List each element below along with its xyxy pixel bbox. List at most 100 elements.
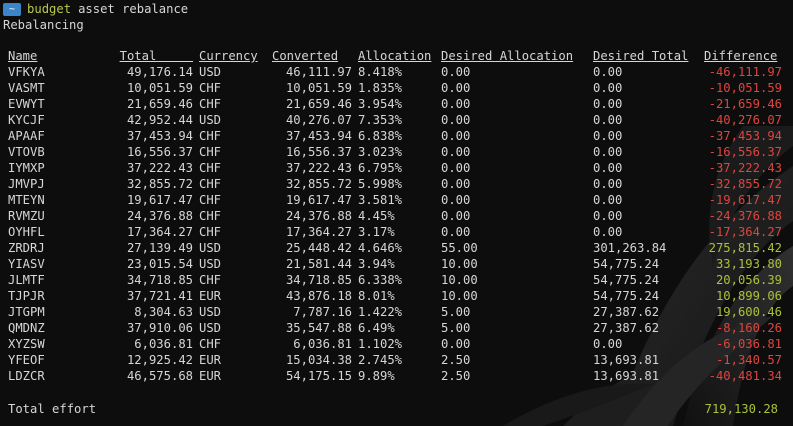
cell-allocation: 7.353% xyxy=(358,113,403,127)
cell-difference: -37,453.94 xyxy=(708,129,782,143)
cell-desired-total: 0.00 xyxy=(593,209,623,223)
table-header-row: Name Total Currency Converted Allocation… xyxy=(8,48,782,64)
table-row: XYZSW 6,036.81 CHF 6,036.81 1.102% 0.00 0.00 -6… xyxy=(8,336,782,352)
cell-desired-total: 0.00 xyxy=(593,193,623,207)
table-row: ZRDRJ 27,139.49 USD 25,448.42 4.646% 55.00 301… xyxy=(8,240,782,256)
cell-currency: EUR xyxy=(199,289,222,303)
cell-total: 8,304.63 xyxy=(134,305,193,319)
table-row: RVMZU 24,376.88 CHF 24,376.88 4.45% 0.00 0.00 -… xyxy=(8,208,782,224)
cell-desired-allocation: 0.00 xyxy=(441,113,471,127)
cell-total: 6,036.81 xyxy=(134,337,193,351)
cell-desired-allocation: 2.50 xyxy=(441,369,471,383)
cell-converted: 35,547.88 xyxy=(285,321,352,335)
command-args: asset rebalance xyxy=(78,2,189,16)
cell-name: ZRDRJ xyxy=(8,241,45,255)
cell-name: KYCJF xyxy=(8,113,45,127)
cell-desired-allocation: 0.00 xyxy=(441,337,471,351)
cell-converted: 40,276.07 xyxy=(285,113,352,127)
cell-allocation: 4.45% xyxy=(358,209,395,223)
cell-desired-allocation: 2.50 xyxy=(441,353,471,367)
cell-name: OYHFL xyxy=(8,225,45,239)
terminal-window[interactable]: ~ budget asset rebalance Rebalancing Nam… xyxy=(0,0,793,426)
cell-desired-allocation: 0.00 xyxy=(441,177,471,191)
table-row: KYCJF 42,952.44 USD 40,276.07 7.353% 0.00 0.00… xyxy=(8,112,782,128)
cell-allocation: 6.838% xyxy=(358,129,403,143)
table-row: QMDNZ 37,910.06 USD 35,547.88 6.49% 5.00 27,38… xyxy=(8,320,782,336)
cell-desired-total: 13,693.81 xyxy=(593,369,660,383)
cell-currency: CHF xyxy=(199,337,222,351)
cell-difference: -17,364.27 xyxy=(708,225,782,239)
shell-prompt: ~ budget asset rebalance xyxy=(3,1,188,17)
cell-converted: 10,051.59 xyxy=(285,81,352,95)
table-row: VASMT 10,051.59 CHF 10,051.59 1.835% 0.00 0.00… xyxy=(8,80,782,96)
header-desired-allocation: Desired Allocation xyxy=(441,49,574,63)
cell-currency: CHF xyxy=(199,81,222,95)
cell-desired-total: 27,387.62 xyxy=(593,305,660,319)
cell-allocation: 8.01% xyxy=(358,289,395,303)
cell-difference: 275,815.42 xyxy=(708,241,782,255)
cell-currency: USD xyxy=(199,305,222,319)
cell-currency: USD xyxy=(199,257,222,271)
table-row: APAAF 37,453.94 CHF 37,453.94 6.838% 0.00 0.00… xyxy=(8,128,782,144)
cell-desired-total: 54,775.24 xyxy=(593,257,660,271)
cell-desired-allocation: 55.00 xyxy=(441,241,478,255)
cell-currency: CHF xyxy=(199,177,222,191)
table-row: YIASV 23,015.54 USD 21,581.44 3.94% 10.00 54,7… xyxy=(8,256,782,272)
cell-desired-total: 0.00 xyxy=(593,145,623,159)
cell-desired-allocation: 0.00 xyxy=(441,225,471,239)
cell-desired-total: 0.00 xyxy=(593,337,623,351)
cell-allocation: 6.795% xyxy=(358,161,403,175)
header-total: Total xyxy=(119,49,157,63)
cell-difference: -32,855.72 xyxy=(708,177,782,191)
cell-difference: 20,056.39 xyxy=(715,273,782,287)
cell-name: APAAF xyxy=(8,129,45,143)
cell-difference: -16,556.37 xyxy=(708,145,782,159)
cell-desired-total: 301,263.84 xyxy=(593,241,667,255)
cell-desired-total: 0.00 xyxy=(593,129,623,143)
cell-currency: CHF xyxy=(199,209,222,223)
table-row: JLMTF 34,718.85 CHF 34,718.85 6.338% 10.00 54,… xyxy=(8,272,782,288)
cell-difference: -40,481.34 xyxy=(708,369,782,383)
cell-name: QMDNZ xyxy=(8,321,45,335)
cell-desired-total: 54,775.24 xyxy=(593,289,660,303)
table-row: MTEYN 19,617.47 CHF 19,617.47 3.581% 0.00 0.00… xyxy=(8,192,782,208)
cell-converted: 15,034.38 xyxy=(285,353,352,367)
cell-allocation: 1.102% xyxy=(358,337,403,351)
cell-name: VASMT xyxy=(8,81,45,95)
cell-allocation: 8.418% xyxy=(358,65,403,79)
cell-converted: 46,111.97 xyxy=(285,65,352,79)
cell-total: 21,659.46 xyxy=(126,97,193,111)
cell-currency: USD xyxy=(199,113,222,127)
total-effort-line: Total effort 719,130.28 xyxy=(8,401,778,417)
cell-desired-allocation: 0.00 xyxy=(441,161,471,175)
cell-difference: 33,193.80 xyxy=(715,257,782,271)
cell-currency: USD xyxy=(199,241,222,255)
cell-desired-total: 0.00 xyxy=(593,225,623,239)
cell-desired-allocation: 10.00 xyxy=(441,289,478,303)
cell-name: VFKYA xyxy=(8,65,45,79)
cell-converted: 21,581.44 xyxy=(285,257,352,271)
cell-desired-total: 13,693.81 xyxy=(593,353,660,367)
cell-currency: CHF xyxy=(199,161,222,175)
cell-currency: CHF xyxy=(199,97,222,111)
cell-name: VTOVB xyxy=(8,145,45,159)
cell-difference: -6,036.81 xyxy=(715,337,782,351)
section-title: Rebalancing xyxy=(3,18,84,32)
cell-total: 24,376.88 xyxy=(126,209,193,223)
cell-desired-allocation: 0.00 xyxy=(441,209,471,223)
cell-currency: CHF xyxy=(199,129,222,143)
cell-desired-allocation: 0.00 xyxy=(441,145,471,159)
cell-converted: 7,787.16 xyxy=(293,305,352,319)
cell-total: 27,139.49 xyxy=(126,241,193,255)
cell-name: YIASV xyxy=(8,257,45,271)
cell-name: IYMXP xyxy=(8,161,45,175)
table-row: LDZCR 46,575.68 EUR 54,175.15 9.89% 2.50 13,69… xyxy=(8,368,782,384)
cell-name: LDZCR xyxy=(8,369,45,383)
cell-allocation: 3.17% xyxy=(358,225,395,239)
cell-name: EVWYT xyxy=(8,97,45,111)
cell-total: 37,721.41 xyxy=(126,289,193,303)
table-row: JTGPM 8,304.63 USD 7,787.16 1.422% 5.00 27,387… xyxy=(8,304,782,320)
cell-desired-total: 27,387.62 xyxy=(593,321,660,335)
table-row: VFKYA 49,176.14 USD 46,111.97 8.418% 0.00 0.00… xyxy=(8,64,782,80)
cell-desired-allocation: 5.00 xyxy=(441,321,471,335)
